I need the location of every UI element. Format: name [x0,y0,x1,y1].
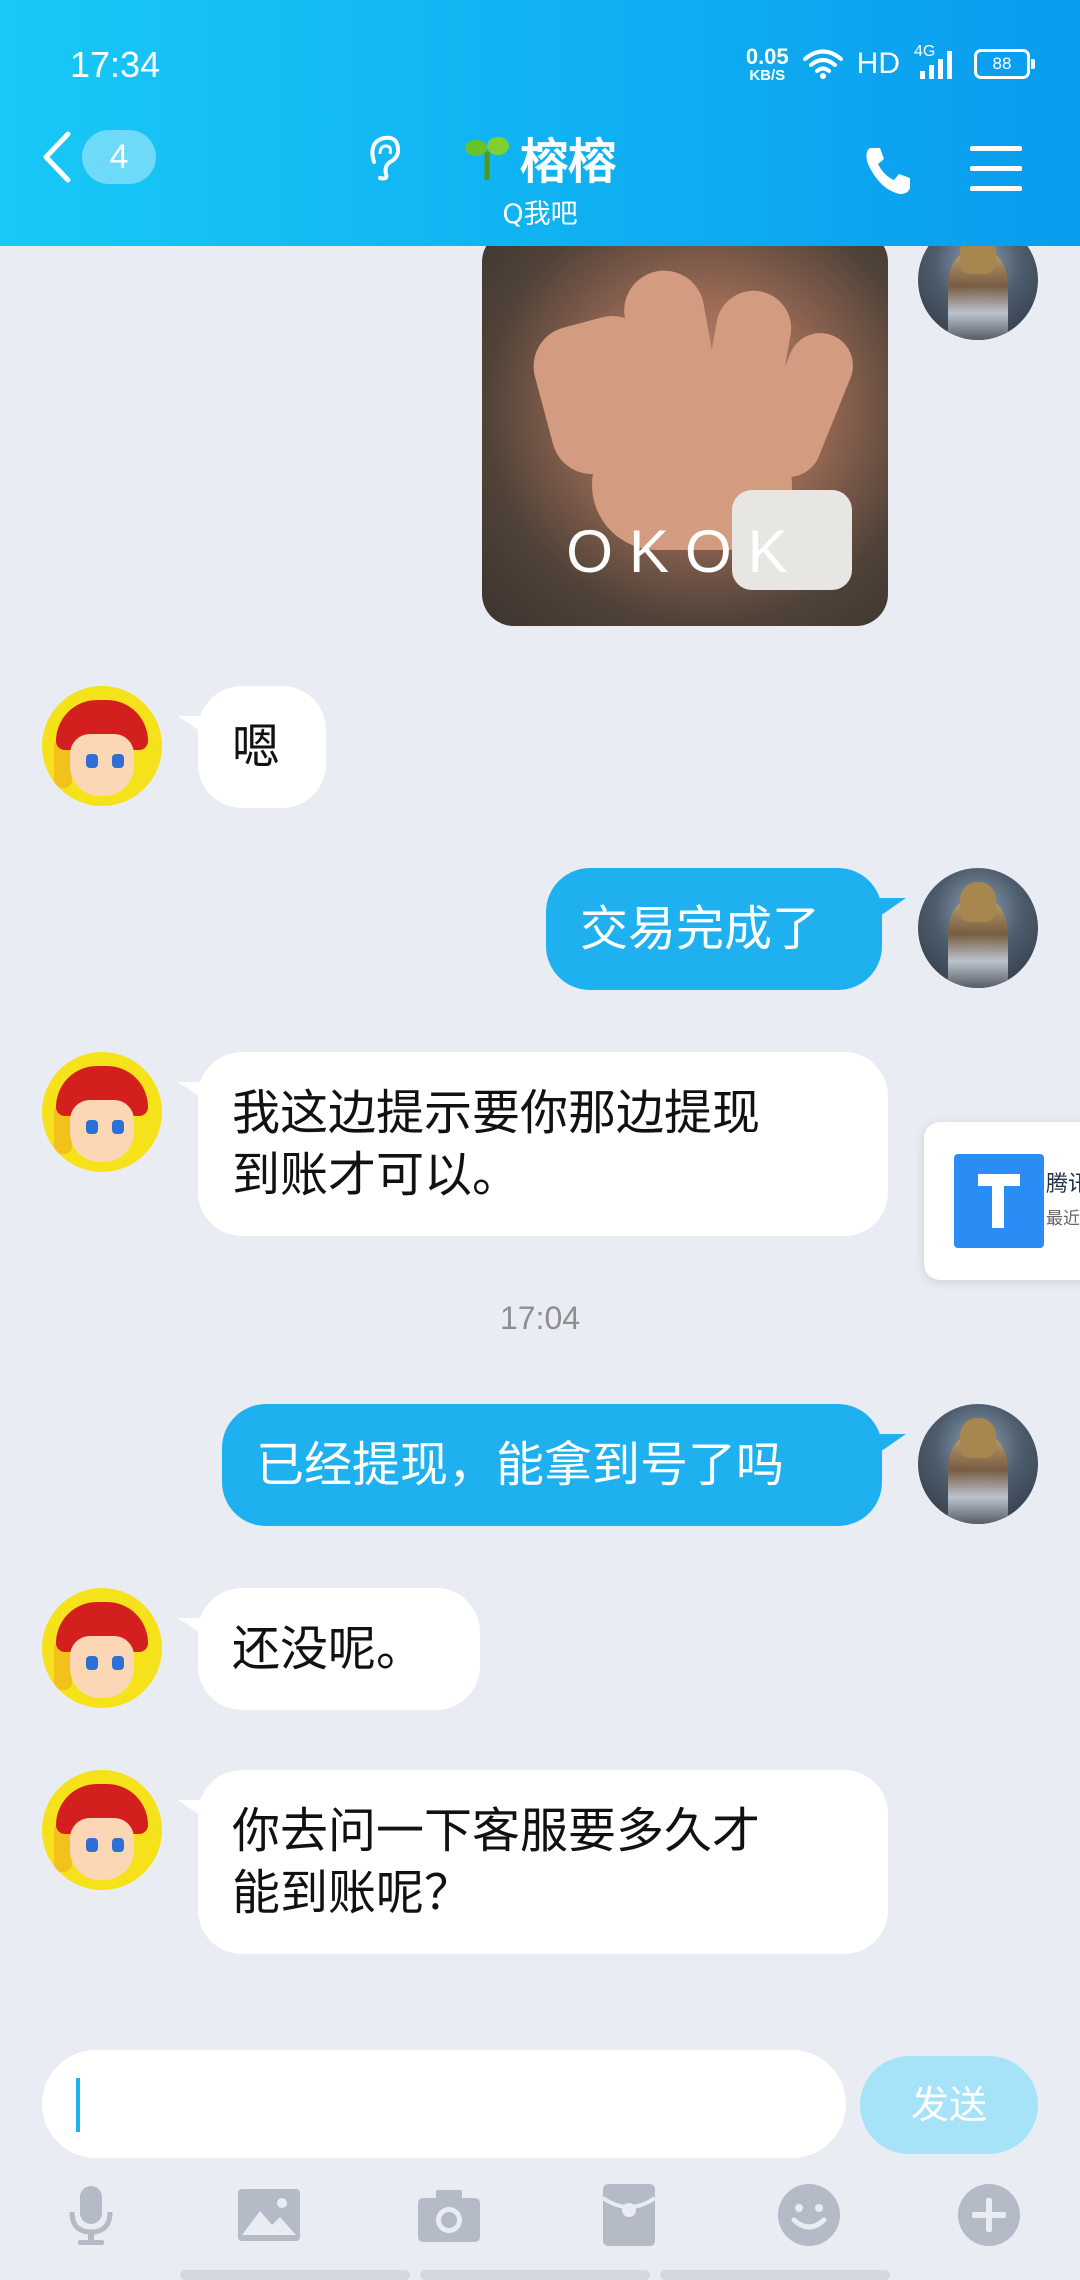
floating-app-card[interactable]: 腾讯 最近 [924,1122,1080,1280]
microphone-icon [69,2186,113,2245]
red-packet-button[interactable] [596,2182,662,2248]
self-avatar[interactable] [918,868,1038,988]
unread-count-badge: 4 [82,130,156,184]
message-input[interactable] [42,2050,846,2158]
message-text: 交易完成了 [580,901,821,957]
photo-button[interactable] [236,2182,302,2248]
message-bubble-incoming[interactable]: 嗯 [198,686,326,808]
contact-avatar[interactable] [42,1588,162,1708]
contact-status: Q我吧 [502,199,578,230]
message-text-line: 我这边提示要你那边提现 [232,1085,761,1141]
sprout-icon [464,137,509,180]
net-speed-value: 0.05 [745,43,789,69]
camera-icon [418,2190,480,2242]
self-avatar[interactable] [918,1404,1038,1524]
message-text: 已经提现，能拿到号了吗 [256,1437,785,1493]
chevron-left-icon [43,131,71,183]
camera-button[interactable] [416,2182,482,2248]
message-bubble-outgoing[interactable]: 交易完成了 [546,868,882,990]
gesture-bar [660,2270,890,2280]
phone-icon[interactable] [860,142,916,198]
status-icons: 0.05 KB/S HD 4G 88 [745,43,1035,84]
message-text-line: 能到账呢？ [232,1865,473,1921]
text-cursor [76,2078,80,2132]
message-text-line: 到账才可以。 [232,1147,521,1203]
message-timestamp: 17:04 [499,1300,581,1336]
message-text: 嗯 [232,719,281,775]
gesture-bar [420,2270,650,2280]
emoji-button[interactable] [776,2182,842,2248]
message-text-line: 你去问一下客服要多久才 [232,1803,761,1859]
status-time: 17:34 [70,44,161,85]
message-bubble-incoming[interactable]: 还没呢。 [198,1588,480,1710]
chat-header: 17:34 0.05 KB/S HD 4G 88 4 榕榕 Q我吧 [0,0,1080,246]
back-button[interactable]: 4 [40,130,156,184]
floating-card-title: 腾讯 [1046,1172,1080,1197]
sticker-caption: OKOK [566,518,804,585]
battery-indicator: 88 [974,49,1035,79]
gesture-bar [180,2270,410,2280]
sticker-image[interactable]: OKOK [482,230,888,626]
floating-card-subtitle: 最近 [1046,1209,1080,1229]
more-button[interactable] [956,2182,1022,2248]
menu-icon[interactable] [966,144,1026,194]
contact-avatar[interactable] [42,1770,162,1890]
contact-avatar[interactable] [42,686,162,806]
hd-indicator: HD [856,47,900,80]
send-button[interactable]: 发送 [860,2056,1038,2154]
message-bubble-incoming[interactable]: 我这边提示要你那边提现 到账才可以。 [198,1052,888,1236]
plus-circle-icon [958,2184,1020,2246]
message-text: 还没呢。 [232,1621,425,1677]
image-icon [238,2189,300,2241]
app-logo-icon [954,1154,1044,1248]
wifi-icon [802,49,843,79]
contact-avatar[interactable] [42,1052,162,1172]
network-speed: 0.05 KB/S [745,43,789,84]
voice-button[interactable] [58,2182,124,2248]
smiley-icon [778,2184,840,2246]
message-bubble-outgoing[interactable]: 已经提现，能拿到号了吗 [222,1404,882,1526]
chat-title[interactable]: 榕榕 Q我吧 [360,122,720,231]
contact-name: 榕榕 [519,134,616,190]
cellular-signal-icon: 4G [914,43,960,81]
net-speed-unit: KB/S [749,66,786,84]
red-packet-icon [601,2184,657,2246]
message-bubble-incoming[interactable]: 你去问一下客服要多久才 能到账呢？ [198,1770,888,1954]
